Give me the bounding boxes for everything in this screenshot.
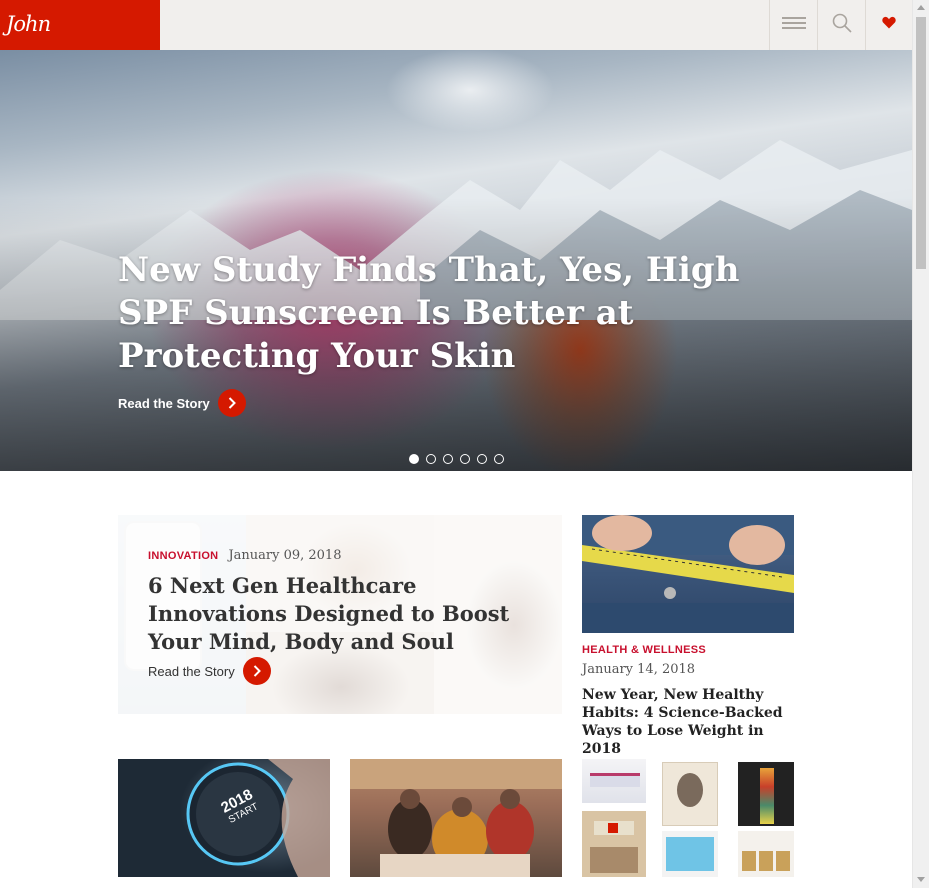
feature-meta: INNOVATION January 09, 2018 — [148, 548, 341, 563]
search-icon — [832, 13, 852, 38]
collage-cell — [582, 811, 646, 877]
category-tag[interactable]: INNOVATION — [148, 550, 218, 562]
scroll-down-arrow-icon[interactable] — [917, 877, 925, 882]
side-article-title[interactable]: New Year, New Healthy Habits: 4 Science-… — [582, 686, 797, 758]
page-scrollbar[interactable] — [912, 0, 929, 888]
collage-cell — [590, 773, 640, 787]
hero-link-label: Read the Story — [118, 395, 210, 411]
collage-cell — [662, 762, 718, 826]
carousel-dot[interactable] — [460, 454, 470, 464]
collage-cell — [677, 773, 703, 807]
feature-article-card[interactable]: INNOVATION January 09, 2018 6 Next Gen H… — [118, 515, 562, 714]
feature-link-label: Read the Story — [148, 663, 235, 679]
scroll-up-arrow-icon[interactable] — [917, 5, 925, 10]
collage-cell — [738, 762, 794, 826]
collage-cell — [776, 851, 790, 871]
article-date: January 09, 2018 — [228, 548, 342, 563]
collage-cell — [608, 823, 618, 833]
feature-title[interactable]: 6 Next Gen Healthcare Innovations Design… — [148, 572, 548, 656]
carousel-dot[interactable] — [443, 454, 453, 464]
hero-carousel[interactable]: New Study Finds That, Yes, High SPF Suns… — [0, 50, 912, 471]
feature-read-story-link[interactable]: Read the Story — [148, 657, 271, 685]
heart-icon — [882, 16, 896, 34]
hamburger-icon — [781, 16, 806, 35]
article-date: January 14, 2018 — [582, 662, 696, 677]
measuring-tape-image[interactable] — [582, 515, 794, 633]
collage-cell — [738, 831, 794, 877]
search-button[interactable] — [817, 0, 865, 50]
carousel-dot[interactable] — [409, 454, 419, 464]
category-tag[interactable]: HEALTH & WELLNESS — [582, 644, 706, 656]
menu-button[interactable] — [769, 0, 817, 50]
carousel-dots — [409, 454, 504, 464]
scroll-thumb[interactable] — [916, 17, 926, 269]
hero-read-story-link[interactable]: Read the Story — [118, 389, 246, 417]
site-header: John — [0, 0, 912, 50]
collage-cell — [760, 768, 774, 824]
collage-cell — [662, 831, 718, 877]
chevron-right-icon[interactable] — [242, 657, 271, 685]
chevron-right-icon[interactable] — [217, 389, 246, 417]
logo-text: John — [6, 12, 51, 36]
product-collage-image[interactable] — [582, 759, 794, 877]
hero-title[interactable]: New Study Finds That, Yes, High SPF Suns… — [118, 249, 818, 378]
carousel-dot[interactable] — [494, 454, 504, 464]
collage-cell — [666, 837, 714, 871]
collage-cell — [590, 847, 638, 873]
community-health-image[interactable] — [350, 759, 562, 877]
start-button-image[interactable]: 2018 START — [118, 759, 330, 877]
collage-cell — [759, 851, 773, 871]
favorites-button[interactable] — [865, 0, 912, 50]
collage-cell — [742, 851, 756, 871]
carousel-dot[interactable] — [477, 454, 487, 464]
collage-cell — [582, 759, 646, 803]
carousel-dot[interactable] — [426, 454, 436, 464]
logo[interactable]: John — [0, 0, 160, 50]
